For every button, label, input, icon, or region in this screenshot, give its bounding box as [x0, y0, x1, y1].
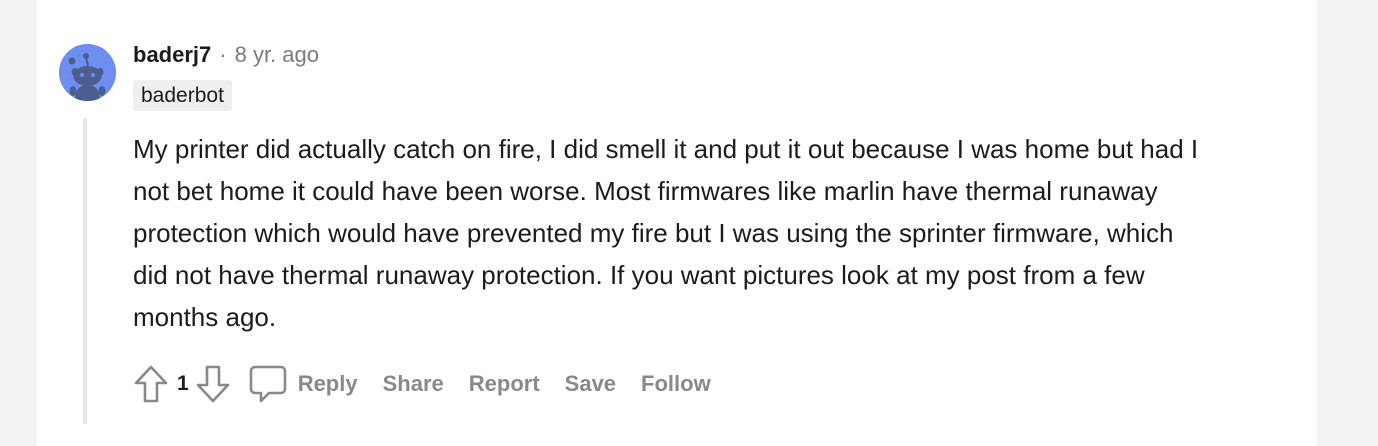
vote-score: 1 [177, 372, 189, 395]
report-button[interactable]: Report [469, 371, 540, 397]
username[interactable]: baderj7 [133, 42, 211, 68]
arrow-up-icon [134, 365, 168, 403]
comment-card: baderj7 · 8 yr. ago baderbot My printer … [37, 0, 1317, 446]
arrow-down-icon [196, 365, 229, 403]
comment-meta: baderj7 · 8 yr. ago [133, 40, 319, 70]
comment-age[interactable]: 8 yr. ago [235, 42, 319, 68]
upvote-button[interactable] [131, 362, 171, 406]
comment-body: My printer did actually catch on fire, I… [133, 134, 1199, 332]
downvote-button[interactable] [193, 362, 233, 406]
speech-bubble-icon [249, 365, 286, 403]
reply-button[interactable]: Reply [298, 371, 358, 397]
meta-separator: · [219, 42, 227, 67]
follow-button[interactable]: Follow [641, 371, 711, 397]
snoo-avatar-icon [59, 44, 116, 101]
share-button[interactable]: Share [383, 371, 444, 397]
comment-button[interactable] [247, 362, 289, 406]
thread-line[interactable] [83, 118, 87, 424]
save-button[interactable]: Save [565, 371, 616, 397]
user-flair: baderbot [133, 80, 232, 111]
user-avatar[interactable] [59, 44, 116, 101]
comment-actions: 1 Reply Share Report Save Follow [131, 362, 711, 406]
